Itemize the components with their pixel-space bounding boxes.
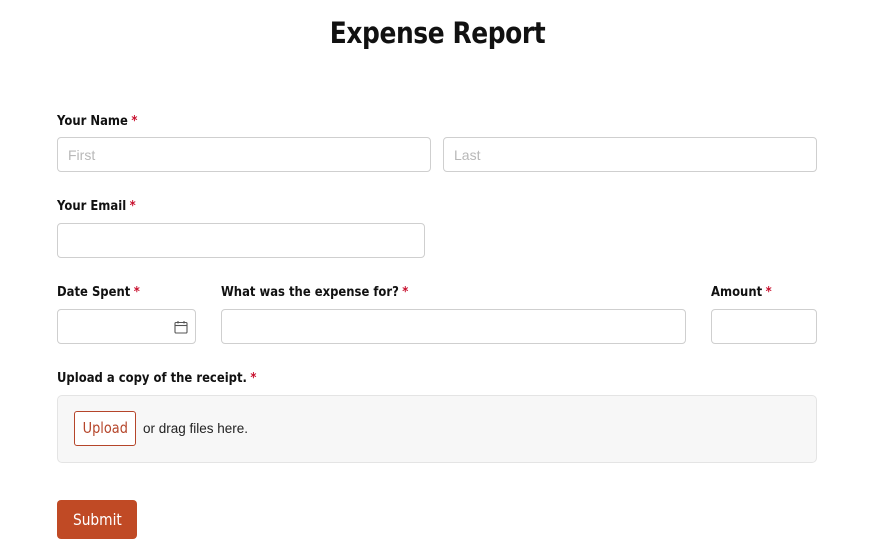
submit-button-label: Submit [72,510,122,529]
first-name-input[interactable] [57,137,431,172]
amount-label-text: Amount [711,284,763,300]
required-marker: * [765,284,772,300]
amount-label: Amount * [711,283,772,301]
page-title: Expense Report [329,16,546,50]
required-marker: * [131,113,138,129]
expense-for-label-text: What was the expense for? [221,284,399,300]
drag-files-text: or drag files here. [143,421,249,436]
receipt-label: Upload a copy of the receipt. * [57,369,256,387]
email-label: Your Email * [57,197,136,215]
upload-button-label: Upload [82,419,128,437]
date-label-text: Date Spent [57,284,131,300]
required-marker: * [133,284,140,300]
amount-input[interactable] [711,309,817,344]
email-input[interactable] [57,223,425,258]
calendar-icon[interactable] [174,320,188,334]
email-label-text: Your Email [57,198,127,214]
date-label: Date Spent * [57,283,140,301]
submit-button[interactable]: Submit [57,500,137,539]
expense-for-label: What was the expense for? * [221,283,408,301]
expense-for-input[interactable] [221,309,686,344]
required-marker: * [250,370,257,386]
required-marker: * [402,284,409,300]
name-label-text: Your Name [57,113,128,129]
last-name-input[interactable] [443,137,817,172]
name-label: Your Name * [57,112,137,130]
upload-button[interactable]: Upload [74,411,136,446]
receipt-dropzone[interactable]: Upload or drag files here. [57,395,817,463]
required-marker: * [129,198,136,214]
receipt-label-text: Upload a copy of the receipt. [57,370,247,386]
